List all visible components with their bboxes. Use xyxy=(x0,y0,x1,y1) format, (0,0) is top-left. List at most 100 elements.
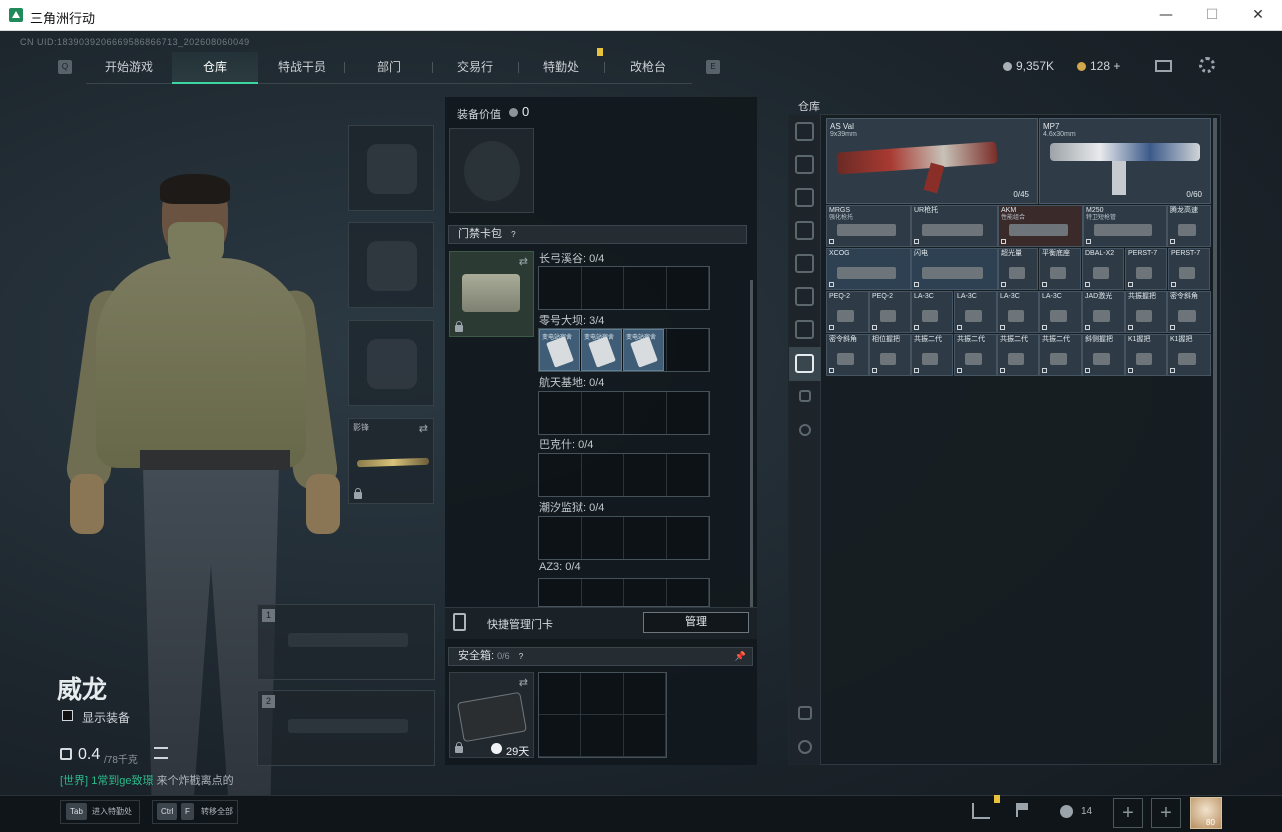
show-equipment-label[interactable]: 显示装备 xyxy=(82,709,130,726)
gold-balance[interactable]: 128 + xyxy=(1090,59,1120,73)
category-ammo-icon[interactable] xyxy=(795,221,814,240)
warehouse-item[interactable]: 斜侧握把 xyxy=(1082,334,1125,376)
warehouse-item[interactable]: MRGS 强化枪托 xyxy=(826,205,911,247)
helmet-slot[interactable] xyxy=(348,125,434,211)
nav-prev-key[interactable]: Q xyxy=(58,60,72,74)
settings-gear-icon[interactable] xyxy=(1199,57,1215,73)
warehouse-item[interactable]: 密令斜角 xyxy=(1167,291,1211,333)
sort-icon[interactable] xyxy=(798,740,812,754)
backpack-slot[interactable] xyxy=(449,128,534,213)
category-medical-icon[interactable] xyxy=(795,254,814,273)
warehouse-item[interactable]: K1握把 xyxy=(1125,334,1167,376)
show-equipment-checkbox[interactable] xyxy=(62,710,73,721)
category-settings-icon[interactable] xyxy=(799,424,811,436)
warehouse-item[interactable]: PEQ-2 xyxy=(826,291,869,333)
close-button[interactable]: ✕ xyxy=(1236,4,1280,26)
tab-start-game[interactable]: 开始游戏 xyxy=(86,52,172,84)
invite-slot-button[interactable]: + xyxy=(1151,798,1181,828)
warehouse-item[interactable]: AKM 性能组合 xyxy=(998,205,1083,247)
warehouse-item[interactable]: 共振二代 xyxy=(911,334,953,376)
melee-blade-icon xyxy=(356,457,430,468)
layers-icon[interactable] xyxy=(798,706,812,720)
keycard-zone[interactable] xyxy=(538,266,710,310)
notification-badge xyxy=(597,48,603,56)
manage-button[interactable]: 管理 xyxy=(643,612,749,633)
warehouse-item[interactable]: 超光量 xyxy=(998,248,1038,290)
warehouse-weapon-item[interactable]: MP7 4.6x30mm 0/60 xyxy=(1039,118,1211,204)
tab-department[interactable]: 部门 xyxy=(346,52,432,84)
tab-operators[interactable]: 特战干员 xyxy=(258,52,346,84)
tab-special-ops[interactable]: 特勤处 xyxy=(518,52,604,84)
warehouse-item[interactable]: PERST-7 xyxy=(1125,248,1167,290)
category-lock-icon[interactable] xyxy=(799,390,811,402)
warehouse-item[interactable]: PERST-7 xyxy=(1168,248,1210,290)
warehouse-item[interactable]: 腾龙高速 xyxy=(1167,205,1211,247)
as-val-rifle-icon xyxy=(836,141,998,175)
warehouse-weapon-item[interactable]: AS Val 9x39mm 0/45 xyxy=(826,118,1038,204)
keycard-item[interactable]: 变电站宿舍 xyxy=(623,329,664,371)
category-attachments-icon[interactable] xyxy=(795,354,814,373)
pin-icon[interactable]: 📌 xyxy=(735,648,746,665)
warehouse-item[interactable]: 共振二代 xyxy=(954,334,997,376)
secondary-weapon-slot[interactable]: 2 xyxy=(257,690,435,766)
swap-icon[interactable]: ⇄ xyxy=(519,676,528,689)
keycard-zone[interactable] xyxy=(538,391,710,435)
warehouse-item[interactable]: 相位握把 xyxy=(869,334,911,376)
minimize-button[interactable]: — xyxy=(1144,4,1188,26)
keycard-scrollbar[interactable] xyxy=(750,280,753,610)
primary-weapon-slot[interactable]: 1 xyxy=(257,604,435,680)
warehouse-item[interactable]: 共振二代 xyxy=(997,334,1039,376)
warehouse-item[interactable]: LA-3C xyxy=(954,291,997,333)
list-icon[interactable] xyxy=(154,747,168,759)
swap-icon[interactable]: ⇄ xyxy=(519,255,528,268)
help-icon[interactable]: ? xyxy=(511,230,515,239)
warehouse-scrollbar[interactable] xyxy=(1213,118,1217,763)
category-valuables-icon[interactable] xyxy=(795,320,814,339)
chat-line[interactable]: [世界] 1常到ge致璟 来个炸戡离点的 xyxy=(60,772,234,788)
warehouse-item[interactable]: DBAL-X2 xyxy=(1082,248,1124,290)
warehouse-item[interactable]: LA-3C xyxy=(997,291,1039,333)
keycard-item[interactable]: 变电站宿舍 xyxy=(581,329,622,371)
warehouse-item[interactable]: 平衡底座 xyxy=(1039,248,1081,290)
warehouse-item[interactable]: 密令斜角 xyxy=(826,334,869,376)
category-helmet-icon[interactable] xyxy=(795,122,814,141)
help-icon[interactable]: ? xyxy=(519,652,523,661)
warehouse-item[interactable]: UR枪托 xyxy=(911,205,998,247)
swap-icon[interactable]: ⇄ xyxy=(419,422,428,435)
warehouse-item[interactable]: JAD激光 xyxy=(1082,291,1125,333)
friends-icon[interactable] xyxy=(1060,805,1073,818)
melee-slot[interactable]: 影锋 ⇄ xyxy=(348,418,434,504)
category-weapon-icon[interactable] xyxy=(795,155,814,174)
nav-next-key[interactable]: E xyxy=(706,60,720,74)
invite-slot-button[interactable]: + xyxy=(1113,798,1143,828)
keycard-icon xyxy=(630,336,658,368)
keycard-zone[interactable] xyxy=(538,516,710,560)
tab-trade[interactable]: 交易行 xyxy=(432,52,518,84)
item-name: 斜侧握把 xyxy=(1085,336,1113,343)
mail-icon[interactable] xyxy=(1155,60,1172,72)
keycard-zone[interactable] xyxy=(538,578,710,607)
keycard-case-slot[interactable]: ⇄ xyxy=(449,251,534,337)
category-armor-icon[interactable] xyxy=(795,188,814,207)
category-tools-icon[interactable] xyxy=(795,287,814,306)
armor-slot[interactable] xyxy=(348,222,434,308)
pistol-slot[interactable] xyxy=(348,320,434,406)
tab-gunsmith[interactable]: 改枪台 xyxy=(604,52,692,84)
tab-warehouse[interactable]: 仓库 xyxy=(172,52,258,84)
warehouse-item[interactable]: 共振握把 xyxy=(1125,291,1167,333)
operator-name: 威龙 xyxy=(57,676,108,704)
stats-chart-icon[interactable] xyxy=(972,803,990,819)
warehouse-item[interactable]: M250 特卫短枪管 xyxy=(1083,205,1167,247)
warehouse-item[interactable]: 共振二代 xyxy=(1039,334,1082,376)
maximize-button[interactable]: ☐ xyxy=(1190,4,1234,26)
warehouse-item[interactable]: K1握把 xyxy=(1167,334,1211,376)
warehouse-item[interactable]: LA-3C xyxy=(1039,291,1082,333)
keycard-zone[interactable] xyxy=(538,453,710,497)
warehouse-item[interactable]: XCOG xyxy=(826,248,911,290)
safebox-grid[interactable] xyxy=(538,672,667,758)
warehouse-item[interactable]: PEQ-2 xyxy=(869,291,911,333)
warehouse-item[interactable]: 闪电 xyxy=(911,248,998,290)
warehouse-item[interactable]: LA-3C xyxy=(911,291,953,333)
flag-icon[interactable] xyxy=(1016,803,1030,817)
keycard-item[interactable]: 变电站宿舍 xyxy=(539,329,580,371)
